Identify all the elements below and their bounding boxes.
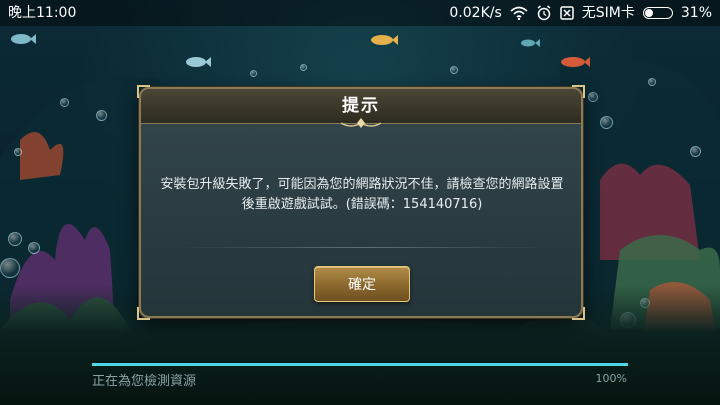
corner-ornament-icon [572,307,585,320]
corner-ornament-icon [137,307,150,320]
sim-status: 无SIM卡 [581,5,635,21]
network-speed: 0.02K/s [449,5,502,21]
bubble [8,232,22,246]
game-screen: 晚上11:00 0.02K/s 无SIM卡 31% 提示 安裝包升級失敗了，可能… [0,0,720,405]
fish-icon [521,39,540,47]
fish-icon [186,57,211,67]
dialog-message: 安裝包升級失敗了，可能因為您的網路狀況不佳，請檢查您的網路設置後重啟遊戲試試。(… [160,177,564,212]
bubble [588,92,598,102]
divider [179,247,547,248]
fish-icon [371,35,398,45]
bubble [14,148,22,156]
bubble [60,98,69,107]
fish-icon [11,34,36,44]
battery-percent: 31% [680,5,712,21]
no-sim-icon [560,6,574,20]
bubble [250,70,257,77]
bubble [96,110,107,121]
progress-percent: 100% [595,372,627,385]
bubble [450,66,458,74]
bubble [28,242,40,254]
status-indicators: 0.02K/s 无SIM卡 31% [449,0,712,26]
progress-label: 正在為您檢測資源 [92,374,197,389]
fish-icon [561,57,590,67]
progress-bar [92,363,628,366]
ornament-icon [340,118,382,128]
bubble [600,116,613,129]
confirm-button[interactable]: 確定 [314,266,410,302]
wifi-icon [510,6,528,20]
progress-fill [92,363,628,366]
alert-dialog: 提示 安裝包升級失敗了，可能因為您的網路狀況不佳，請檢查您的網路設置後重啟遊戲試… [137,85,585,320]
bubble [300,64,307,71]
bubble [648,78,656,86]
bubble [0,258,20,278]
dialog-title: 提示 [342,96,380,116]
alarm-icon [537,5,551,21]
status-bar: 晚上11:00 0.02K/s 无SIM卡 31% [0,0,720,26]
battery-fill [644,9,653,17]
bubble [690,146,701,157]
status-time: 晚上11:00 [8,5,77,21]
battery-icon [642,7,673,19]
